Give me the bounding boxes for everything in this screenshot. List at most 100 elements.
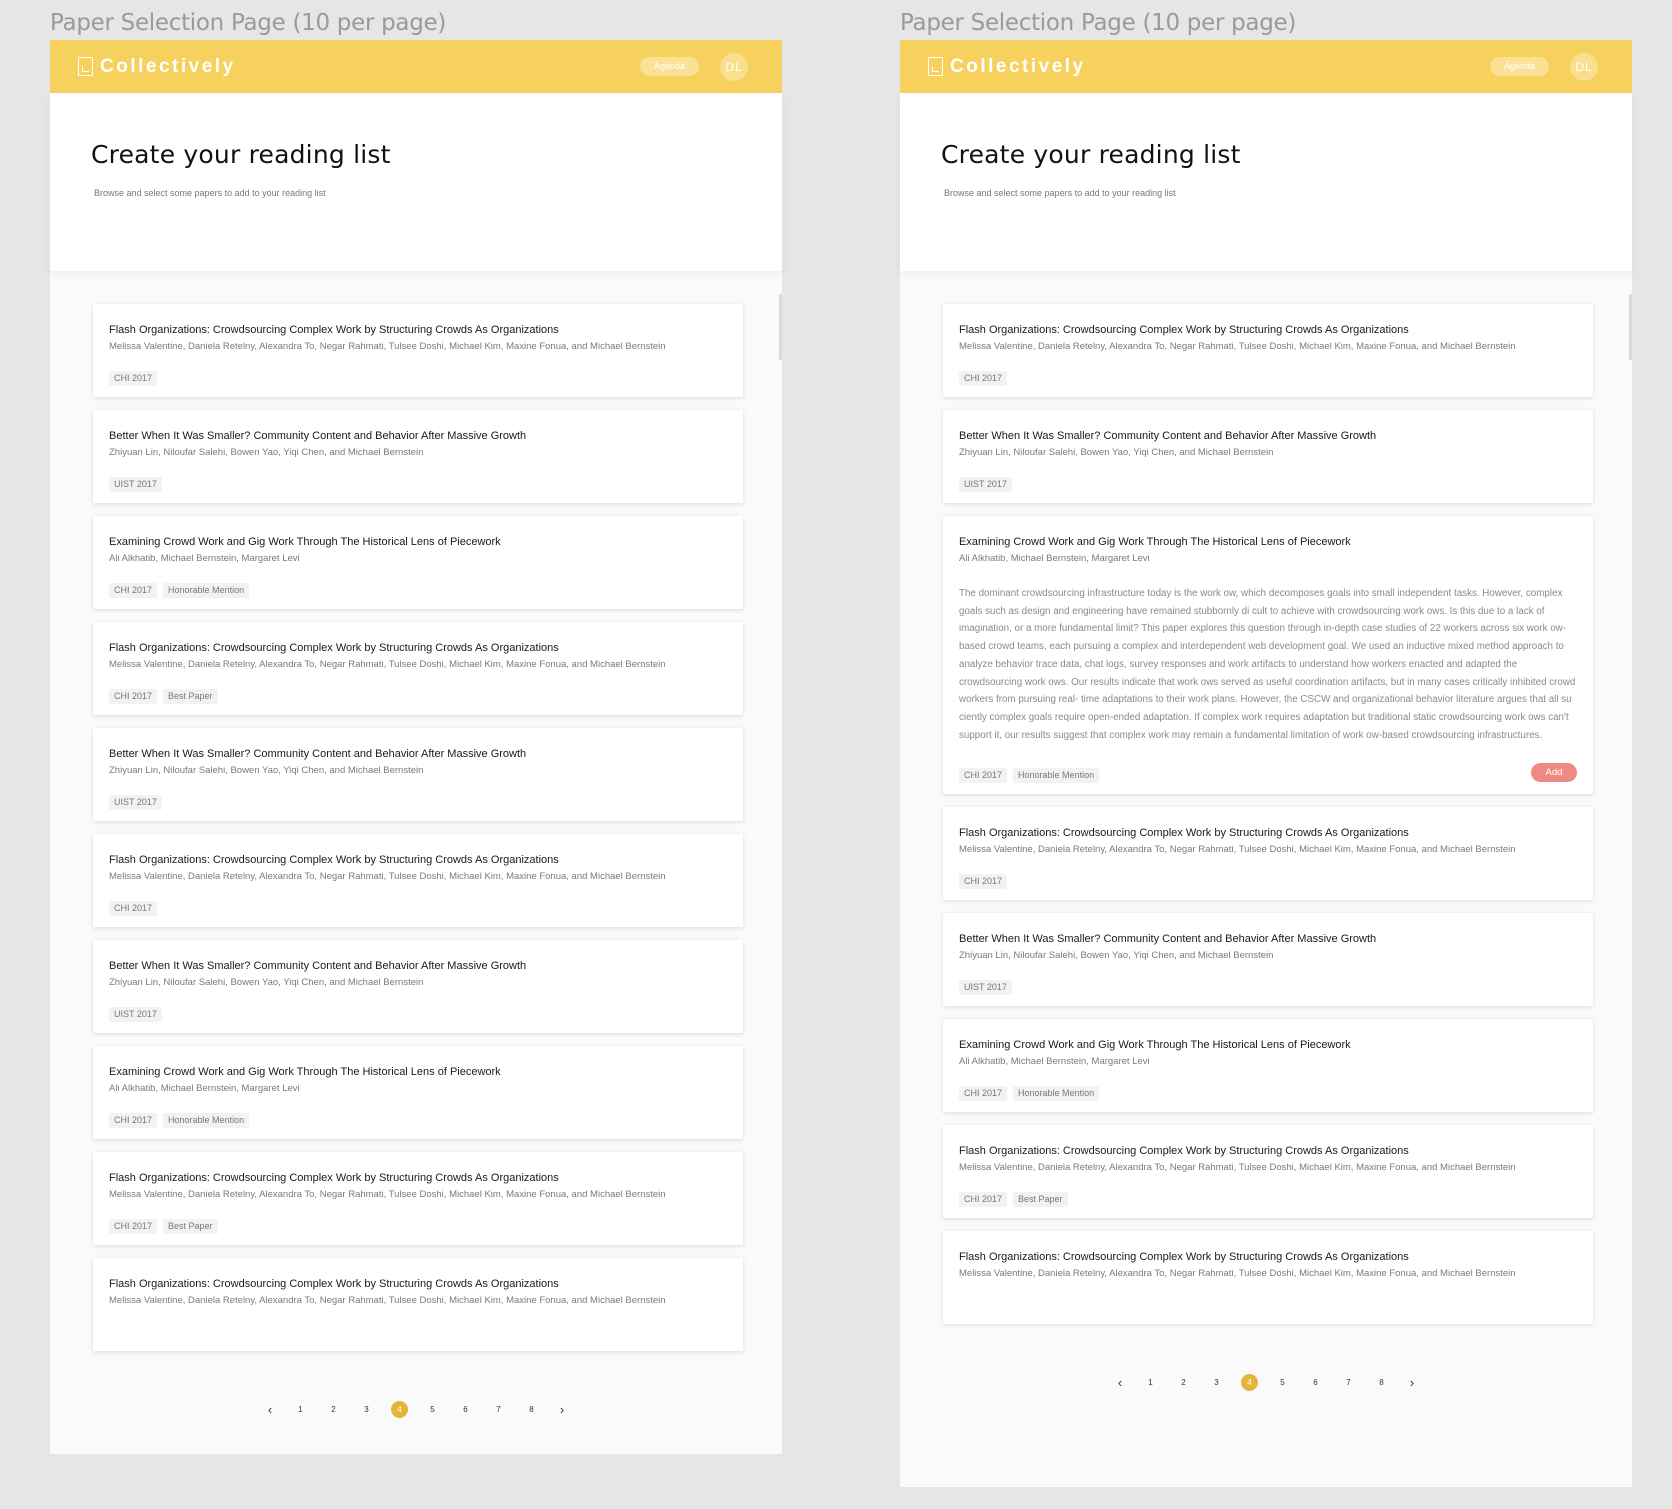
tag-row: UIST 2017 xyxy=(109,794,727,810)
page-number[interactable]: 8 xyxy=(1365,1374,1398,1391)
paper-card[interactable]: Flash Organizations: Crowdsourcing Compl… xyxy=(943,304,1593,397)
venue-tag: UIST 2017 xyxy=(109,476,162,492)
page-number[interactable]: 6 xyxy=(1299,1374,1332,1391)
paper-card[interactable]: Flash Organizations: Crowdsourcing Compl… xyxy=(93,622,743,715)
paper-card[interactable]: Examining Crowd Work and Gig Work Throug… xyxy=(943,516,1593,795)
paper-title[interactable]: Examining Crowd Work and Gig Work Throug… xyxy=(959,536,1577,549)
paper-title[interactable]: Better When It Was Smaller? Community Co… xyxy=(959,430,1577,443)
paper-card[interactable]: Flash Organizations: Crowdsourcing Compl… xyxy=(93,834,743,927)
paper-title[interactable]: Flash Organizations: Crowdsourcing Compl… xyxy=(959,1251,1577,1264)
scrollbar-thumb[interactable] xyxy=(779,294,782,360)
page-number[interactable]: 3 xyxy=(350,1401,383,1418)
page-number[interactable]: 2 xyxy=(1167,1374,1200,1391)
page-number[interactable]: 5 xyxy=(1266,1374,1299,1391)
logo-text[interactable]: Collectively xyxy=(100,56,236,78)
page-number[interactable]: 3 xyxy=(1200,1374,1233,1391)
chevron-left-icon[interactable]: ‹ xyxy=(256,1402,284,1417)
venue-tag: Honorable Mention xyxy=(163,582,250,598)
page-number[interactable]: 2 xyxy=(317,1401,350,1418)
paper-title[interactable]: Better When It Was Smaller? Community Co… xyxy=(109,960,727,973)
paper-title[interactable]: Flash Organizations: Crowdsourcing Compl… xyxy=(109,1172,727,1185)
paper-card[interactable]: Better When It Was Smaller? Community Co… xyxy=(93,410,743,503)
paper-authors: Zhiyuan Lin, Niloufar Salehi, Bowen Yao,… xyxy=(109,447,424,458)
tag-row: CHI 2017 xyxy=(109,370,727,386)
page-number[interactable]: 4 xyxy=(383,1401,416,1418)
agenda-button[interactable]: Agenda xyxy=(1490,57,1549,76)
paper-title[interactable]: Better When It Was Smaller? Community Co… xyxy=(109,430,727,443)
paper-authors: Melissa Valentine, Daniela Retelny, Alex… xyxy=(959,1268,1516,1280)
tag-row: UIST 2017 xyxy=(959,476,1577,492)
paper-title[interactable]: Flash Organizations: Crowdsourcing Compl… xyxy=(109,324,727,337)
paper-title[interactable]: Flash Organizations: Crowdsourcing Compl… xyxy=(109,854,727,867)
app-header: Collectively Agenda DL xyxy=(50,40,782,93)
paper-card[interactable]: Examining Crowd Work and Gig Work Throug… xyxy=(943,1019,1593,1113)
paper-title[interactable]: Flash Organizations: Crowdsourcing Compl… xyxy=(959,324,1577,337)
page-number[interactable]: 5 xyxy=(416,1401,449,1418)
venue-tag: CHI 2017 xyxy=(109,1112,158,1128)
scrollbar-thumb[interactable] xyxy=(1629,294,1632,360)
page-number[interactable]: 7 xyxy=(1332,1374,1365,1391)
page-number-label: 1 xyxy=(298,1405,303,1414)
paper-card[interactable]: Flash Organizations: Crowdsourcing Compl… xyxy=(93,304,743,397)
paper-card[interactable]: Flash Organizations: Crowdsourcing Compl… xyxy=(943,1231,1593,1325)
page-number-label: 5 xyxy=(430,1405,435,1414)
page-number-label: 6 xyxy=(1313,1378,1318,1387)
paper-card[interactable]: Flash Organizations: Crowdsourcing Compl… xyxy=(943,1125,1593,1219)
tag-row: CHI 2017 Best Paper xyxy=(959,1191,1577,1207)
paper-title[interactable]: Examining Crowd Work and Gig Work Throug… xyxy=(109,536,727,549)
page-number-label: 7 xyxy=(496,1405,501,1414)
paper-card[interactable]: Examining Crowd Work and Gig Work Throug… xyxy=(93,516,743,609)
paper-authors: Melissa Valentine, Daniela Retelny, Alex… xyxy=(109,1295,666,1306)
chevron-right-icon[interactable]: › xyxy=(1398,1375,1426,1390)
paper-card[interactable]: Flash Organizations: Crowdsourcing Compl… xyxy=(943,807,1593,901)
page-number[interactable]: 1 xyxy=(284,1401,317,1418)
paper-title[interactable]: Examining Crowd Work and Gig Work Throug… xyxy=(959,1039,1577,1052)
chevron-left-icon[interactable]: ‹ xyxy=(1106,1375,1134,1390)
tag-row: CHI 2017 Honorable Mention xyxy=(959,767,1577,783)
page-number[interactable]: 7 xyxy=(482,1401,515,1418)
paper-card[interactable]: Flash Organizations: Crowdsourcing Compl… xyxy=(93,1152,743,1245)
page-number[interactable]: 8 xyxy=(515,1401,548,1418)
paper-title[interactable]: Better When It Was Smaller? Community Co… xyxy=(109,748,727,761)
paper-title[interactable]: Better When It Was Smaller? Community Co… xyxy=(959,933,1577,946)
page-number-label: 2 xyxy=(1181,1378,1186,1387)
venue-tag: CHI 2017 xyxy=(959,767,1008,783)
page-number-label: 1 xyxy=(1148,1378,1153,1387)
paper-title[interactable]: Examining Crowd Work and Gig Work Throug… xyxy=(109,1066,727,1079)
tag-row: UIST 2017 xyxy=(109,1006,727,1022)
paper-card[interactable]: Better When It Was Smaller? Community Co… xyxy=(93,940,743,1033)
pagination: ‹ 1 2 3 4 5 6 7 8 › xyxy=(50,1401,782,1418)
page-number-label: 8 xyxy=(1379,1378,1384,1387)
artboard-expanded: Collectively Agenda DL Create your readi… xyxy=(900,40,1632,1487)
page-number-label: 5 xyxy=(1280,1378,1285,1387)
page-number[interactable]: 1 xyxy=(1134,1374,1167,1391)
pagination: ‹ 1 2 3 4 5 6 7 8 › xyxy=(900,1374,1632,1391)
paper-card[interactable]: Better When It Was Smaller? Community Co… xyxy=(93,728,743,821)
tag-row: CHI 2017 Best Paper xyxy=(109,688,727,704)
user-avatar[interactable]: DL xyxy=(720,53,748,81)
page-number[interactable]: 6 xyxy=(449,1401,482,1418)
paper-card[interactable]: Better When It Was Smaller? Community Co… xyxy=(943,410,1593,503)
venue-tag: CHI 2017 xyxy=(959,873,1008,889)
paper-card[interactable]: Flash Organizations: Crowdsourcing Compl… xyxy=(93,1258,743,1351)
paper-card[interactable]: Examining Crowd Work and Gig Work Throug… xyxy=(93,1046,743,1139)
paper-title[interactable]: Flash Organizations: Crowdsourcing Compl… xyxy=(109,642,727,655)
paper-title[interactable]: Flash Organizations: Crowdsourcing Compl… xyxy=(959,1145,1577,1158)
paper-authors: Zhiyuan Lin, Niloufar Salehi, Bowen Yao,… xyxy=(109,765,424,776)
add-button[interactable]: Add xyxy=(1531,763,1577,783)
chevron-right-icon[interactable]: › xyxy=(548,1402,576,1417)
logo-text[interactable]: Collectively xyxy=(950,56,1086,78)
paper-title[interactable]: Flash Organizations: Crowdsourcing Compl… xyxy=(959,827,1577,840)
logo-icon xyxy=(928,57,943,76)
agenda-button[interactable]: Agenda xyxy=(640,57,699,76)
paper-authors: Zhiyuan Lin, Niloufar Salehi, Bowen Yao,… xyxy=(959,950,1274,962)
paper-authors: Melissa Valentine, Daniela Retelny, Alex… xyxy=(109,1189,666,1200)
paper-card[interactable]: Better When It Was Smaller? Community Co… xyxy=(943,913,1593,1007)
artboard-label: Paper Selection Page (10 per page) xyxy=(50,10,447,36)
hero-section: Create your reading list Browse and sele… xyxy=(900,93,1632,271)
page-number-label: 8 xyxy=(529,1405,534,1414)
venue-tag: UIST 2017 xyxy=(959,979,1012,995)
page-number[interactable]: 4 xyxy=(1233,1374,1266,1391)
user-avatar[interactable]: DL xyxy=(1570,53,1598,81)
paper-title[interactable]: Flash Organizations: Crowdsourcing Compl… xyxy=(109,1278,727,1291)
